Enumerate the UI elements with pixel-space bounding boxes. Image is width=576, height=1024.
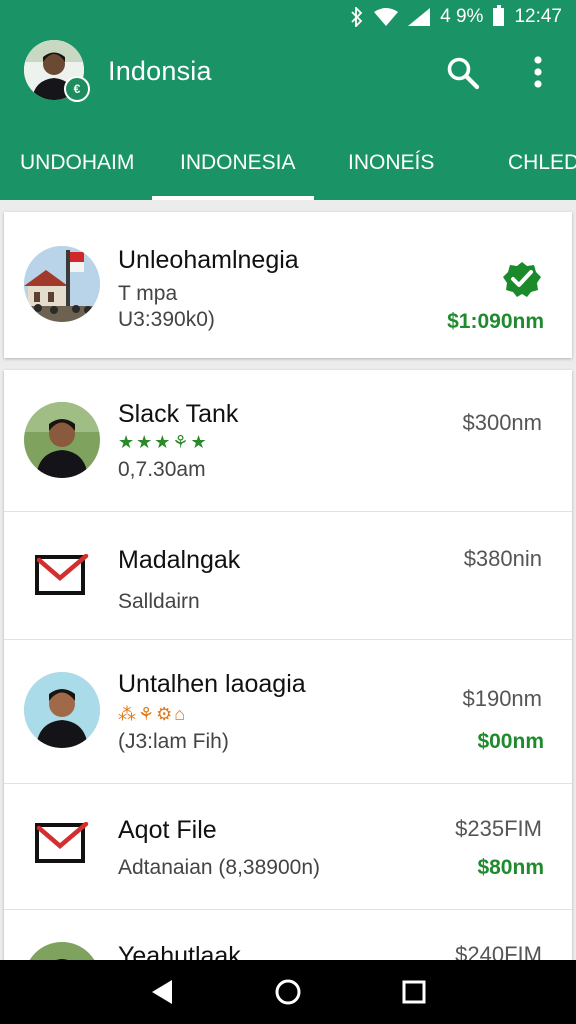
wifi-icon bbox=[374, 8, 399, 26]
rating-stars: ★★★⚘★ bbox=[118, 432, 209, 452]
bluetooth-icon bbox=[350, 7, 364, 27]
person-avatar bbox=[24, 402, 100, 478]
tab-bar: UNDOHAIM INDONESIA INONEÍS CHLED bbox=[0, 126, 576, 200]
list-item[interactable]: Madalngak Salldairn $380nin bbox=[4, 512, 572, 640]
content-list[interactable]: Unleohamlnegia T mpa U3:390k0) $1:090nm bbox=[0, 200, 576, 960]
item-price: $300nm bbox=[462, 410, 542, 435]
item-subtitle: 0,7.30am bbox=[118, 458, 206, 481]
tab-undohaim[interactable]: UNDOHAIM bbox=[20, 126, 134, 200]
list-item[interactable]: Slack Tank ★★★⚘★ 0,7.30am $300nm bbox=[4, 370, 572, 512]
more-options-icon[interactable] bbox=[526, 54, 550, 92]
tab-chled[interactable]: CHLED bbox=[508, 126, 576, 200]
signal-icon bbox=[408, 8, 431, 26]
tab-indonesia[interactable]: INDONESIA bbox=[180, 126, 296, 200]
app-bar: € Indonsia bbox=[0, 34, 576, 126]
recents-icon[interactable] bbox=[398, 976, 430, 1008]
mail-icon bbox=[34, 821, 90, 866]
featured-amount: $1:090nm bbox=[447, 310, 544, 333]
item-subtitle: (J3:lam Fih) bbox=[118, 730, 229, 753]
item-name: Slack Tank bbox=[118, 400, 239, 428]
featured-subtitle: T mpa bbox=[118, 282, 178, 305]
list-item[interactable]: Aqot File Adtanaian (8,38900n) $235FIM $… bbox=[4, 784, 572, 910]
item-name: Aqot File bbox=[118, 816, 217, 844]
mail-icon bbox=[34, 553, 90, 598]
clock: 12:47 bbox=[514, 6, 562, 27]
featured-name: Unleohamlnegia bbox=[118, 246, 299, 274]
item-amount: $00nm bbox=[477, 730, 544, 753]
item-price: $190nm bbox=[462, 686, 542, 711]
item-price: $380nin bbox=[463, 546, 542, 571]
rating-icons: ⁂⚘⚙⌂ bbox=[118, 704, 188, 724]
item-amount: $80nm bbox=[477, 856, 544, 879]
back-icon[interactable] bbox=[146, 976, 178, 1008]
system-nav-bar bbox=[0, 960, 576, 1024]
person-avatar bbox=[24, 672, 100, 748]
transactions-card: Slack Tank ★★★⚘★ 0,7.30am $300nm Madalng… bbox=[4, 370, 572, 960]
featured-card[interactable]: Unleohamlnegia T mpa U3:390k0) $1:090nm bbox=[4, 212, 572, 358]
list-item[interactable]: Untalhen laoagia ⁂⚘⚙⌂ (J3:lam Fih) $190n… bbox=[4, 640, 572, 784]
home-icon[interactable] bbox=[272, 976, 304, 1008]
app-title: Indonsia bbox=[108, 56, 212, 86]
featured-detail: U3:390k0) bbox=[118, 308, 215, 331]
status-bar: 4 9% 12:47 bbox=[0, 0, 576, 34]
item-name: Untalhen laoagia bbox=[118, 670, 306, 698]
check-badge-icon bbox=[502, 260, 542, 298]
featured-avatar bbox=[24, 246, 100, 322]
profile-badge: € bbox=[64, 76, 90, 102]
item-subtitle: Adtanaian (8,38900n) bbox=[118, 856, 320, 879]
person-avatar bbox=[24, 942, 100, 960]
item-subtitle: Salldairn bbox=[118, 590, 200, 613]
item-name: Madalngak bbox=[118, 546, 241, 574]
search-icon[interactable] bbox=[446, 56, 480, 90]
item-name: Yeahutlaak bbox=[118, 942, 241, 960]
list-item[interactable]: Yeahutlaak $240FIM bbox=[4, 910, 572, 960]
battery-percent: 4 9% bbox=[440, 6, 484, 27]
item-price: $240FIM bbox=[455, 942, 542, 960]
item-price: $235FIM bbox=[455, 816, 542, 841]
tab-inoneis[interactable]: INONEÍS bbox=[348, 126, 434, 200]
battery-icon bbox=[493, 5, 505, 26]
